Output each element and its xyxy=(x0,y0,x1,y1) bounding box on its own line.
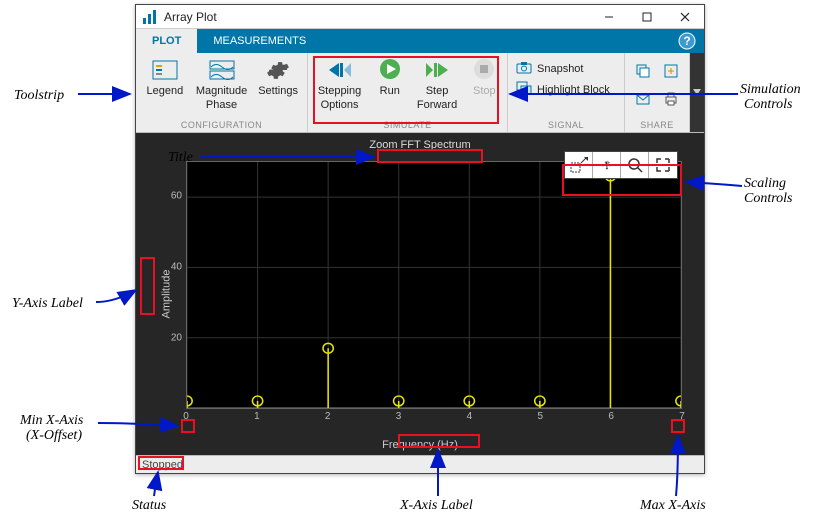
stop-button[interactable]: Stop xyxy=(468,57,501,97)
legend-icon xyxy=(152,57,178,83)
step-forward-button[interactable]: Step Forward xyxy=(414,57,459,111)
run-label: Run xyxy=(380,85,400,97)
stop-icon xyxy=(471,57,497,83)
legend-button[interactable]: Legend xyxy=(142,57,188,97)
tabs-bar: PLOT MEASUREMENTS ? xyxy=(136,29,704,53)
callout-maxx: Max X-Axis xyxy=(640,498,706,514)
y-tick: 40 xyxy=(171,262,182,273)
title-bar: Array Plot xyxy=(136,5,704,29)
app-icon xyxy=(142,9,158,25)
plot-title: Zoom FFT Spectrum xyxy=(136,139,704,151)
callout-minx1: Min X-Axis xyxy=(20,413,83,429)
print-button[interactable] xyxy=(659,87,683,111)
scaling-controls xyxy=(564,151,678,179)
plot-area[interactable] xyxy=(186,161,682,409)
callout-scale1: Scaling xyxy=(744,176,786,192)
plot-svg xyxy=(187,162,681,408)
step-forward-icon xyxy=(424,57,450,83)
export-button[interactable] xyxy=(659,59,683,83)
toolstrip: Legend Magnitude Phase Settings CONFIGUR… xyxy=(136,53,704,133)
toolstrip-collapse[interactable] xyxy=(690,53,704,132)
settings-label: Settings xyxy=(258,85,298,97)
callout-sim2: Controls xyxy=(744,97,793,113)
gear-icon xyxy=(265,57,291,83)
x-tick: 6 xyxy=(608,411,614,422)
toolstrip-group-configuration: Legend Magnitude Phase Settings CONFIGUR… xyxy=(136,53,308,132)
x-tick: 3 xyxy=(396,411,402,422)
magphase-label1: Magnitude xyxy=(196,85,247,97)
callout-sim1: Simulation xyxy=(740,82,801,98)
x-tick: 4 xyxy=(467,411,473,422)
callout-yaxis: Y-Axis Label xyxy=(12,296,83,312)
fit-button[interactable] xyxy=(649,152,677,178)
x-tick: 1 xyxy=(254,411,260,422)
toolstrip-group-share: SHARE xyxy=(625,53,690,132)
play-icon xyxy=(377,57,403,83)
status-text: Stopped xyxy=(142,459,183,471)
snapshot-button[interactable]: Snapshot xyxy=(514,59,612,78)
stepping-options-button[interactable]: Stepping Options xyxy=(314,57,365,111)
toolstrip-group-simulate: Stepping Options Run Step Forward Stop S… xyxy=(308,53,508,132)
configuration-section-label: CONFIGURATION xyxy=(136,120,307,132)
highlight-block-button[interactable]: Highlight Block xyxy=(514,80,612,99)
y-axis-ticks: 20 40 60 xyxy=(164,161,184,409)
x-axis-label: Frequency (Hz) xyxy=(136,439,704,451)
send-button[interactable] xyxy=(631,87,655,111)
x-axis-ticks: 0 1 2 3 4 5 6 7 xyxy=(186,411,682,425)
stepping-label1: Stepping xyxy=(318,85,361,97)
magnitude-phase-button[interactable]: Magnitude Phase xyxy=(196,57,247,111)
signal-section-label: SIGNAL xyxy=(508,120,624,132)
svg-text:?: ? xyxy=(683,34,690,48)
share-section-label: SHARE xyxy=(625,120,689,132)
highlight-icon xyxy=(516,81,532,98)
tab-plot[interactable]: PLOT xyxy=(136,29,197,53)
help-button[interactable]: ? xyxy=(676,30,698,52)
window-title: Array Plot xyxy=(164,10,590,24)
pan-button[interactable] xyxy=(593,152,621,178)
status-bar: Stopped xyxy=(136,455,704,473)
callout-scale2: Controls xyxy=(744,191,793,207)
tab-measurements[interactable]: MEASUREMENTS xyxy=(197,29,322,53)
x-tick: 5 xyxy=(538,411,544,422)
magnitude-phase-icon xyxy=(209,57,235,83)
callout-status: Status xyxy=(132,498,166,514)
callout-minx2: (X-Offset) xyxy=(26,428,82,444)
simulate-section-label: SIMULATE xyxy=(308,120,507,132)
run-button[interactable]: Run xyxy=(373,57,406,97)
x-tick: 7 xyxy=(679,411,685,422)
minimize-button[interactable] xyxy=(590,5,628,29)
callout-toolstrip: Toolstrip xyxy=(14,88,64,104)
y-tick: 60 xyxy=(171,191,182,202)
magphase-label2: Phase xyxy=(206,99,237,111)
close-button[interactable] xyxy=(666,5,704,29)
autoscale-button[interactable] xyxy=(565,152,593,178)
window-controls xyxy=(590,5,704,29)
app-window: Array Plot PLOT MEASUREMENTS ? Legend M xyxy=(135,4,705,474)
copy-button[interactable] xyxy=(631,59,655,83)
snapshot-label: Snapshot xyxy=(537,63,583,75)
stepping-label2: Options xyxy=(321,99,359,111)
zoom-button[interactable] xyxy=(621,152,649,178)
maximize-button[interactable] xyxy=(628,5,666,29)
callout-xaxis: X-Axis Label xyxy=(400,498,473,514)
x-tick: 2 xyxy=(325,411,331,422)
settings-button[interactable]: Settings xyxy=(255,57,301,97)
step-back-icon xyxy=(327,57,353,83)
camera-icon xyxy=(516,60,532,77)
y-tick: 20 xyxy=(171,333,182,344)
highlight-label: Highlight Block xyxy=(537,84,610,96)
stepfwd-label1: Step xyxy=(426,85,449,97)
stop-label: Stop xyxy=(473,85,496,97)
stepfwd-label2: Forward xyxy=(417,99,457,111)
toolstrip-group-signal: Snapshot Highlight Block SIGNAL xyxy=(508,53,625,132)
legend-label: Legend xyxy=(147,85,184,97)
x-tick: 0 xyxy=(183,411,189,422)
plot-canvas: Zoom FFT Spectrum Amplitude Frequency (H… xyxy=(136,133,704,455)
